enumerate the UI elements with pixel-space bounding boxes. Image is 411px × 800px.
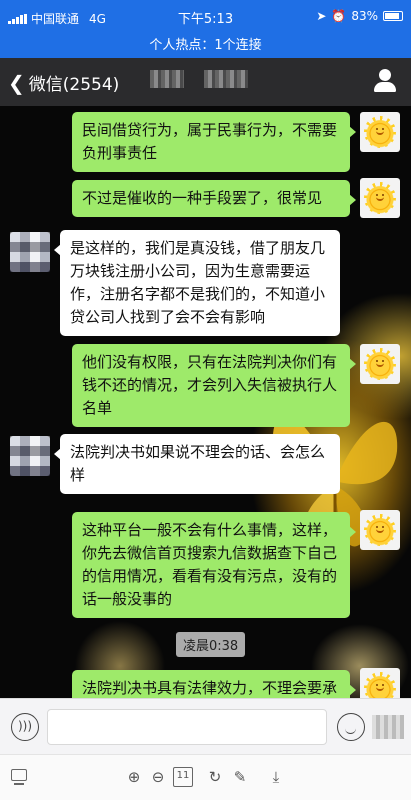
chat-nav-bar: ❮ 微信(2554) xyxy=(0,58,411,106)
avatar-contact[interactable] xyxy=(10,436,50,476)
message-outgoing[interactable]: 民间借贷行为，属于民事行为，不需要负刑事责任 xyxy=(72,112,356,172)
edit-icon[interactable]: ✎ xyxy=(230,767,250,787)
chevron-left-icon: ❮ xyxy=(8,70,25,95)
avatar-self[interactable] xyxy=(360,668,400,698)
message-text: 是这样的，我们是真没钱，借了朋友几万块钱注册小公司，因为生意需要运作，注册名字都… xyxy=(70,239,326,326)
avatar-self[interactable] xyxy=(360,510,400,550)
sun-icon xyxy=(364,348,396,380)
message-outgoing[interactable]: 这种平台一般不会有什么事情，这样，你先去微信首页搜索九信数据查下自己的信用情况，… xyxy=(72,512,356,618)
zoom-out-icon[interactable]: ⊖ xyxy=(148,767,168,787)
avatar-self[interactable] xyxy=(360,112,400,152)
time-separator: 凌晨0:38 xyxy=(176,632,246,657)
sun-icon xyxy=(364,514,396,546)
message-text: 法院判决书如果说不理会的话、会怎么样 xyxy=(70,443,326,484)
battery-icon xyxy=(383,11,403,21)
status-bar: 中国联通 4G 下午5:13 ➤ ⏰ 83% 个人热点：1个连接 xyxy=(0,0,411,58)
sun-icon xyxy=(364,182,396,214)
message-outgoing[interactable]: 不过是催收的一种手段罢了，很常见 xyxy=(72,180,356,217)
screen-icon[interactable] xyxy=(11,769,27,785)
page-icon[interactable]: 11 xyxy=(173,767,193,787)
avatar-self[interactable] xyxy=(360,178,400,218)
message-text: 他们没有权限，只有在法院判决你们有钱不还的情况，才会列入失信被执行人名单 xyxy=(82,353,338,417)
viewer-toolbar: ⊕ ⊖ 11 ↻ ✎ ⤓ xyxy=(0,754,411,800)
sun-icon xyxy=(364,672,396,698)
message-text: 这种平台一般不会有什么事情，这样，你先去微信首页搜索九信数据查下自己的信用情况，… xyxy=(82,521,338,608)
message-outgoing[interactable]: 他们没有权限，只有在法院判决你们有钱不还的情况，才会列入失信被执行人名单 xyxy=(72,344,356,427)
avatar-contact[interactable] xyxy=(10,232,50,272)
message-input[interactable] xyxy=(47,709,327,745)
battery-percent: 83% xyxy=(351,9,378,23)
back-button[interactable]: ❮ 微信(2554) xyxy=(8,70,120,96)
message-incoming[interactable]: 法院判决书如果说不理会的话、会怎么样 xyxy=(54,434,340,494)
message-outgoing[interactable]: 法院判决书具有法律效力，不理会要承担相应的法律责任 xyxy=(72,670,356,698)
alarm-icon: ⏰ xyxy=(331,9,347,23)
avatar-self[interactable] xyxy=(360,344,400,384)
message-text: 法院判决书具有法律效力，不理会要承担相应的法律责任 xyxy=(82,679,338,697)
more-button-blurred[interactable] xyxy=(372,715,404,739)
person-icon[interactable] xyxy=(373,69,397,93)
hotspot-banner[interactable]: 个人热点：1个连接 xyxy=(0,34,411,53)
download-icon[interactable]: ⤓ xyxy=(266,767,286,787)
back-label: 微信(2554) xyxy=(28,75,120,95)
message-text: 不过是催收的一种手段罢了，很常见 xyxy=(82,189,323,207)
zoom-in-icon[interactable]: ⊕ xyxy=(124,767,144,787)
chat-title-blurred xyxy=(150,70,248,88)
rotate-icon[interactable]: ↻ xyxy=(205,767,225,787)
location-icon: ➤ xyxy=(316,9,327,23)
sun-icon xyxy=(364,116,396,148)
status-right: ➤ ⏰ 83% xyxy=(316,9,403,23)
voice-icon[interactable]: ))) xyxy=(11,713,39,741)
message-text: 民间借贷行为，属于民事行为，不需要负刑事责任 xyxy=(82,121,338,162)
input-bar: ))) xyxy=(0,698,411,754)
message-incoming[interactable]: 是这样的，我们是真没钱，借了朋友几万块钱注册小公司，因为生意需要运作，注册名字都… xyxy=(54,230,340,336)
chat-area[interactable]: 民间借贷行为，属于民事行为，不需要负刑事责任 不过是催收的一种手段罢了，很常见 … xyxy=(0,106,411,698)
emoji-icon[interactable] xyxy=(337,713,365,741)
